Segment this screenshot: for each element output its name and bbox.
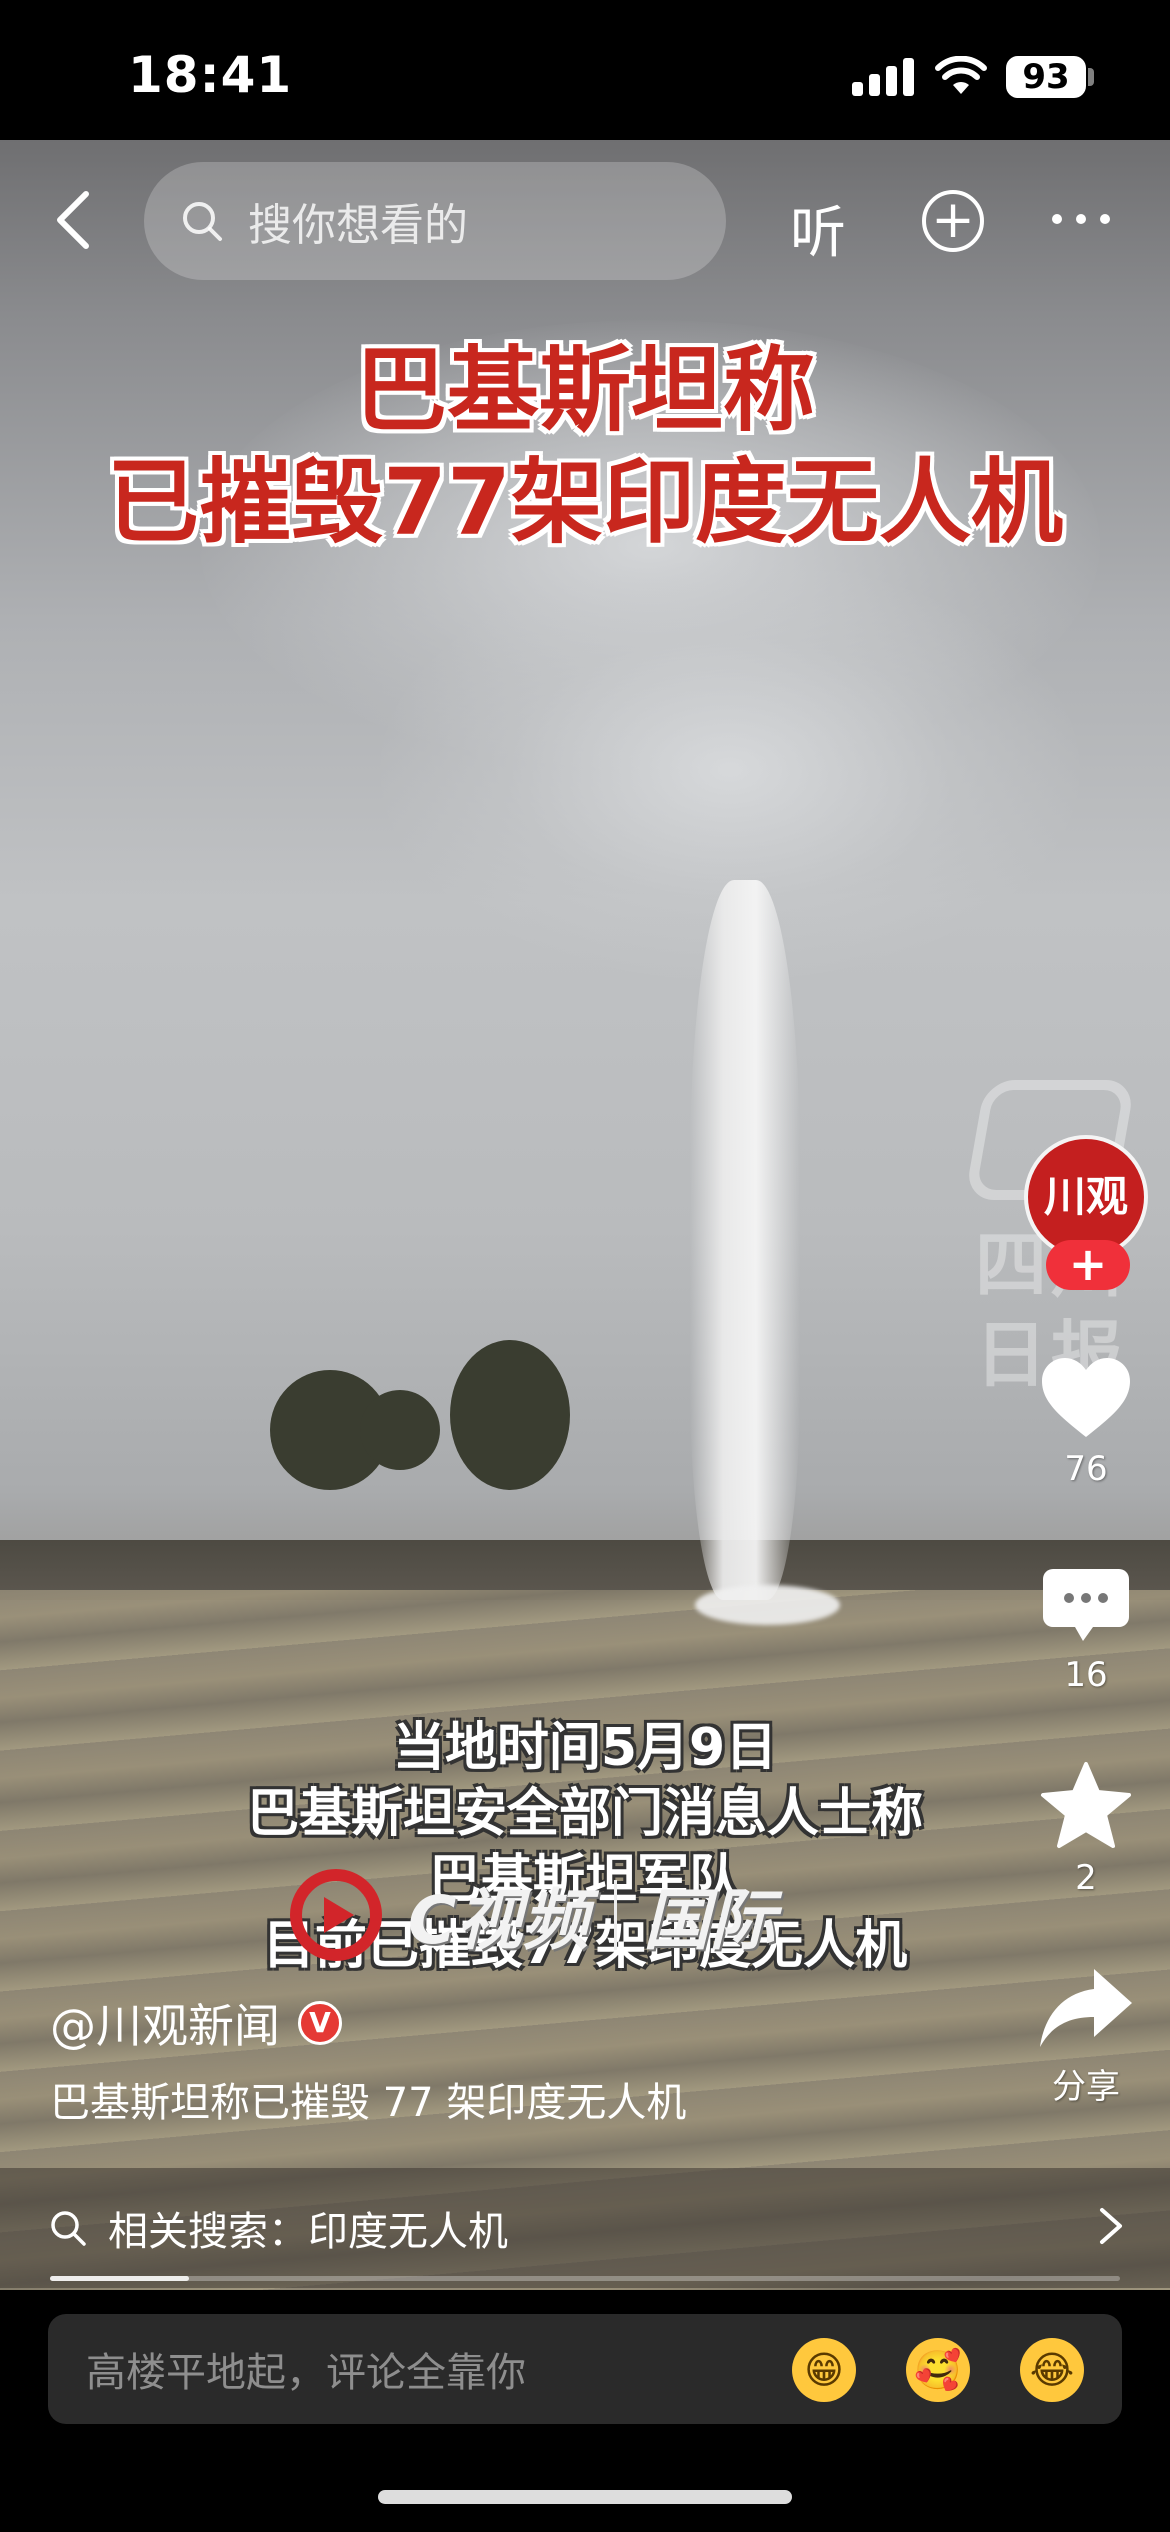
follow-button[interactable]: + (1046, 1240, 1130, 1290)
author-handle[interactable]: @川观新闻 V (50, 1990, 342, 2056)
video-headline: 巴基斯坦称 已摧毁77架印度无人机 (0, 335, 1170, 559)
chevron-right-icon (1100, 2208, 1122, 2244)
comment-button[interactable]: 16 (1020, 1565, 1152, 1695)
headline-line: 已摧毁77架印度无人机 (106, 449, 1064, 556)
related-search-label: 相关搜索：印度无人机 (108, 2209, 508, 2255)
favorite-count: 2 (1075, 1858, 1097, 1898)
battery-tip (1088, 68, 1094, 86)
brand-name: C视频 (408, 1882, 589, 1959)
verified-badge-icon: V (298, 2001, 342, 2045)
status-bar: 18:41 93 (0, 0, 1170, 140)
status-time: 18:41 (128, 46, 293, 104)
search-icon (183, 202, 222, 241)
play-logo-icon (290, 1869, 382, 1961)
comment-placeholder: 高楼平地起，评论全靠你 (86, 2350, 526, 2396)
video-title[interactable]: 巴基斯坦称已摧毁 77 架印度无人机 (50, 2070, 686, 2128)
search-bar[interactable]: 搜你想看的 (144, 162, 726, 280)
tree (450, 1340, 570, 1490)
battery-level: 93 (1006, 56, 1086, 98)
broadcaster-logo: C视频 国际 (290, 1865, 775, 1965)
back-arrow-icon[interactable] (50, 190, 100, 250)
related-search-bar[interactable]: 相关搜索：印度无人机 (0, 2168, 1170, 2288)
brand-section: 国际 (643, 1882, 776, 1959)
playback-progress-fill (50, 2276, 190, 2281)
playback-progress-bar[interactable] (50, 2276, 1120, 2281)
brand-divider (614, 1880, 618, 1950)
tornado-funnel (690, 880, 800, 1600)
author-name: @川观新闻 (50, 1999, 280, 2053)
heart-icon (1042, 1358, 1130, 1437)
search-icon (51, 2211, 86, 2246)
caption-line: 巴基斯坦安全部门消息人士称 (246, 1784, 923, 1844)
laughing-face-icon[interactable]: 😂 (1020, 2338, 1084, 2402)
comment-count: 16 (1064, 1655, 1108, 1695)
listen-button[interactable]: 听 (790, 188, 846, 269)
caption-line: 当地时间5月9日 (392, 1718, 778, 1778)
tornado-base (695, 1585, 840, 1625)
add-circle-icon[interactable]: + (922, 190, 984, 252)
share-button[interactable]: 分享 (1020, 1965, 1152, 2108)
cellular-signal-icon (852, 58, 914, 96)
favorite-button[interactable]: 2 (1020, 1760, 1152, 1898)
wifi-icon (935, 56, 987, 94)
share-arrow-icon (1040, 1969, 1132, 2047)
comment-bubble-icon (1043, 1569, 1129, 1641)
share-label: 分享 (1052, 2067, 1120, 2107)
home-indicator[interactable] (378, 2490, 792, 2504)
hugging-face-icon[interactable]: 🥰 (906, 2338, 970, 2402)
star-icon (1041, 1762, 1131, 1848)
tree (360, 1390, 440, 1470)
search-placeholder: 搜你想看的 (248, 200, 468, 251)
headline-line: 巴基斯坦称 (354, 337, 815, 444)
grinning-face-icon[interactable]: 😁 (792, 2338, 856, 2402)
more-options-icon[interactable] (1052, 214, 1110, 224)
like-button[interactable]: 76 (1020, 1355, 1152, 1489)
like-count: 76 (1064, 1449, 1108, 1489)
